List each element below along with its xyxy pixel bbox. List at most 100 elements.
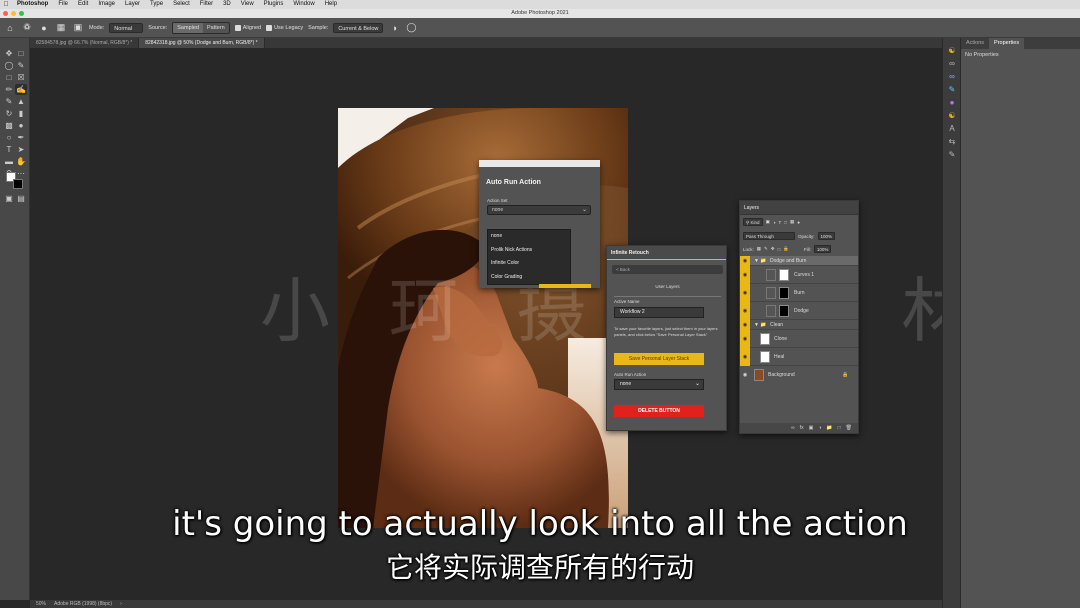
background-color-swatch[interactable] (13, 179, 23, 189)
screen-mode-icon[interactable]: ▤ (15, 193, 27, 204)
gradient-tool-icon[interactable]: ▩ (3, 120, 15, 131)
hand-tool-icon[interactable]: ✋ (15, 156, 27, 167)
visibility-eye-icon[interactable]: ◉ (740, 302, 750, 320)
status-arrow-icon[interactable]: › (120, 600, 122, 608)
lock-image-icon[interactable]: ✎ (764, 246, 768, 252)
quick-mask-icon[interactable]: ▣ (3, 193, 15, 204)
tab-actions[interactable]: Actions (961, 38, 989, 49)
option-prolik-nick-actions[interactable]: Prolik Nick Actions (488, 244, 570, 258)
close-window-button[interactable] (3, 11, 8, 16)
filter-smart-object-icon[interactable]: ▦ (790, 219, 794, 225)
type-tool-icon[interactable]: T (3, 144, 15, 155)
history-brush-icon[interactable]: ↻ (3, 108, 15, 119)
source-pattern-button[interactable]: Pattern (203, 23, 229, 33)
clone-stamp-tool-icon[interactable]: ♽ (21, 22, 33, 34)
new-layer-icon[interactable]: □ (838, 423, 841, 433)
minimize-window-button[interactable] (11, 11, 16, 16)
menu-photoshop[interactable]: Photoshop (12, 0, 53, 9)
layer-row-dodge-and-burn[interactable]: ◉ ▼ 📁 Dodge and Burn (740, 256, 858, 266)
layer-row-curves-1[interactable]: ◉ Curves 1 (740, 266, 858, 284)
brush-tool-icon[interactable]: ✎ (3, 96, 15, 107)
visibility-eye-icon[interactable]: ◉ (740, 266, 750, 284)
menu-window[interactable]: Window (288, 0, 319, 9)
menu-filter[interactable]: Filter (195, 0, 218, 9)
trash-icon[interactable]: 🗑 (846, 423, 852, 433)
active-name-input[interactable]: Workflow 2 (614, 307, 704, 318)
menu-help[interactable]: Help (320, 0, 342, 9)
delete-button[interactable]: DELETE BUTTON (614, 405, 704, 417)
plugin-icon[interactable]: ☯ (947, 111, 957, 121)
maximize-window-button[interactable] (19, 11, 24, 16)
layer-row-burn[interactable]: ◉ Burn (740, 284, 858, 302)
option-infinite-color[interactable]: Infinite Color (488, 257, 570, 271)
aligned-checkbox[interactable]: Aligned (234, 24, 261, 31)
link-layers-icon[interactable]: ∞ (791, 423, 795, 433)
source-sampled-button[interactable]: Sampled (173, 22, 203, 33)
infinite-color-icon[interactable]: ☯ (947, 46, 957, 56)
eraser-tool-icon[interactable]: ▮ (15, 108, 27, 119)
character-icon[interactable]: A (947, 124, 957, 134)
menu-select[interactable]: Select (168, 0, 195, 9)
layer-row-heal[interactable]: ◉ Heal (740, 348, 858, 366)
infinite-link-icon[interactable]: ∞ (947, 59, 957, 69)
fill-input[interactable]: 100% (813, 245, 832, 253)
zoom-level[interactable]: 50% (36, 600, 46, 608)
tab-document-2[interactable]: 82842318.jpg @ 50% (Dodge and Burn, RGB/… (139, 38, 265, 48)
healing-brush-tool-icon[interactable]: ✍ (15, 84, 27, 95)
visibility-eye-icon[interactable]: ◉ (740, 256, 750, 266)
filter-adjustment-icon[interactable]: ◑ (773, 220, 776, 225)
menu-edit[interactable]: Edit (73, 0, 93, 9)
blend-mode-dropdown[interactable]: Pass Through (743, 232, 795, 240)
fx-icon[interactable]: fx (800, 423, 804, 433)
lock-all-icon[interactable]: 🔒 (783, 246, 789, 252)
layer-row-clean[interactable]: ◉ ▼ 📁 Clean (740, 320, 858, 330)
lock-artboard-icon[interactable]: □ (778, 247, 781, 252)
save-personal-layer-stack-button[interactable]: Save Personal Layer Stack (614, 353, 704, 365)
clone-stamp-icon[interactable]: ▲ (15, 96, 27, 107)
layer-row-background[interactable]: ◉ Background 🔒 (740, 366, 858, 384)
back-button[interactable]: < Back (612, 265, 723, 274)
apple-icon[interactable]:  (0, 0, 12, 9)
path-selection-tool-icon[interactable]: ➤ (15, 144, 27, 155)
filter-pixel-icon[interactable]: ▣ (766, 219, 770, 225)
lasso-tool-icon[interactable]: ◯ (3, 60, 15, 71)
visibility-eye-icon[interactable]: ◉ (740, 284, 750, 302)
artboard-tool-icon[interactable]: □ (15, 48, 27, 59)
layer-row-clone[interactable]: ◉ Clone (740, 330, 858, 348)
pen-tool-icon[interactable]: ✒ (15, 132, 27, 143)
brush-settings-icon[interactable]: ▦ (55, 22, 67, 34)
brush-preset-icon[interactable]: ● (38, 22, 50, 34)
clone-source-icon[interactable]: ▣ (72, 22, 84, 34)
crop-tool-icon[interactable]: □ (3, 72, 15, 83)
color-profile[interactable]: Adobe RGB (1998) (8bpc) (54, 600, 112, 608)
menu-type[interactable]: Type (145, 0, 168, 9)
lock-position-icon[interactable]: ✥ (771, 246, 775, 252)
visibility-eye-icon[interactable]: ◉ (740, 320, 750, 330)
blur-tool-icon[interactable]: ● (15, 120, 27, 131)
more-tools-icon[interactable]: ⋯ (15, 168, 27, 179)
pressure-icon[interactable]: ◯ (405, 22, 417, 34)
visibility-eye-icon[interactable]: ◉ (740, 330, 750, 348)
adjustments-icon[interactable]: ⇆ (947, 137, 957, 147)
menu-file[interactable]: File (53, 0, 73, 9)
rectangle-tool-icon[interactable]: ▬ (3, 156, 15, 167)
add-mask-icon[interactable]: ▣ (809, 423, 814, 433)
quick-select-tool-icon[interactable]: ✎ (15, 60, 27, 71)
move-tool-icon[interactable]: ✥ (3, 48, 15, 59)
eyedropper-tool-icon[interactable]: ✏ (3, 84, 15, 95)
brush-panel-icon[interactable]: ✎ (947, 85, 957, 95)
ignore-adjustment-icon[interactable]: ◑ (388, 22, 400, 34)
opacity-input[interactable]: 100% (817, 232, 836, 240)
new-group-icon[interactable]: 📁 (826, 423, 832, 433)
tab-document-1[interactable]: 82584578.jpg @ 66.7% (Normal, RGB/8*) * (30, 38, 140, 48)
tool-presets-icon[interactable]: ✎ (947, 150, 957, 160)
menu-image[interactable]: Image (93, 0, 120, 9)
option-none[interactable]: none (488, 230, 570, 244)
infinite-flow-icon[interactable]: ∞ (947, 72, 957, 82)
option-color-grading[interactable]: Color Grading (488, 271, 570, 285)
menu-view[interactable]: View (236, 0, 259, 9)
sample-dropdown[interactable]: Current & Below (333, 22, 384, 33)
frame-tool-icon[interactable]: ☒ (15, 72, 27, 83)
use-legacy-checkbox[interactable]: Use Legacy (266, 24, 303, 31)
dodge-tool-icon[interactable]: ○ (3, 132, 15, 143)
